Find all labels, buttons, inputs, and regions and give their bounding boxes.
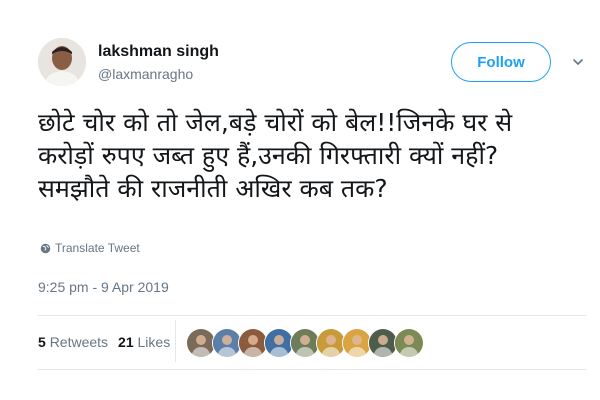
avatar[interactable] — [38, 38, 86, 86]
likes-stat[interactable]: 21 Likes — [118, 334, 170, 350]
likes-count: 21 — [118, 334, 134, 350]
retweets-stat[interactable]: 5 Retweets — [38, 334, 108, 350]
profile-photo — [38, 38, 86, 86]
divider — [175, 320, 176, 362]
user-handle[interactable]: @laxmanragho — [98, 66, 193, 82]
retweets-label: Retweets — [49, 334, 109, 350]
chevron-down-icon[interactable] — [571, 55, 585, 69]
translate-label[interactable]: Translate Tweet — [55, 241, 140, 255]
follow-button[interactable]: Follow — [451, 42, 551, 82]
tweet-timestamp[interactable]: 9:25 pm - 9 Apr 2019 — [38, 279, 169, 295]
tweet-stats: 5 Retweets 21 Likes — [38, 334, 170, 350]
translate-tweet-link[interactable]: Translate Tweet — [40, 241, 140, 255]
liker-avatar[interactable] — [394, 328, 424, 358]
divider — [38, 315, 586, 316]
liker-avatars — [186, 328, 424, 358]
tweet-text-line: करोड़ों रुपए जब्त हुए हैं,उनकी गिरफ्तारी… — [38, 141, 499, 170]
globe-icon — [40, 243, 51, 253]
tweet-text-line: छोटे चोर को तो जेल,बड़े चोरों को बेल!!जि… — [38, 108, 513, 137]
retweets-count: 5 — [38, 334, 46, 350]
tweet-text: छोटे चोर को तो जेल,बड़े चोरों को बेल!!जि… — [38, 106, 586, 205]
divider — [38, 369, 586, 370]
tweet-card: lakshman singh @laxmanragho Follow छोटे … — [0, 0, 600, 400]
likes-label: Likes — [137, 334, 171, 350]
tweet-text-line: समझौते की राजनीती अखिर कब तक? — [38, 174, 388, 203]
display-name[interactable]: lakshman singh — [98, 43, 219, 61]
